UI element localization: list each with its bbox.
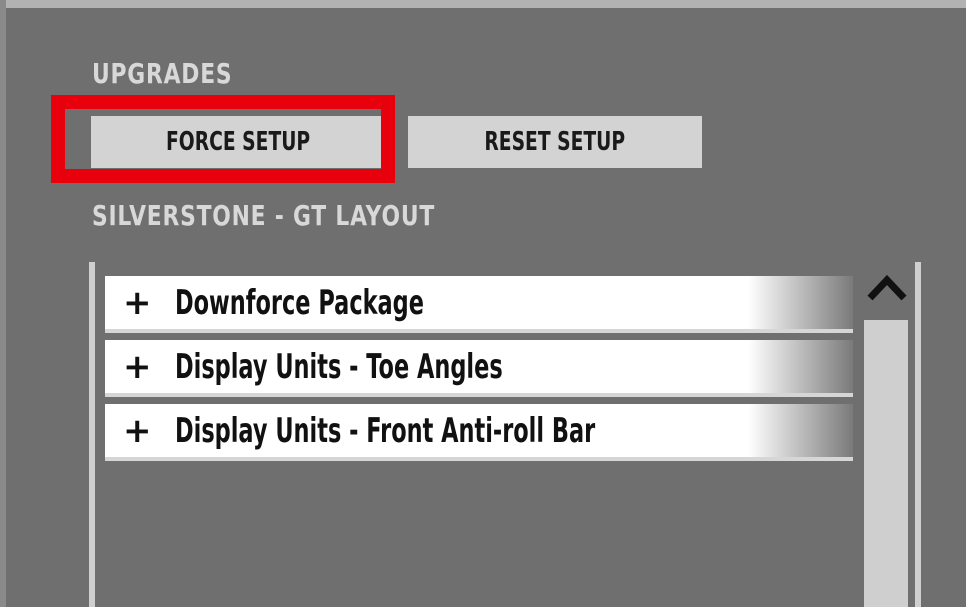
list-item-toe-angles[interactable]: + Display Units - Toe Angles [105, 340, 853, 397]
list-left-border [89, 262, 95, 607]
upgrades-heading: UPGRADES [92, 57, 233, 90]
plus-icon[interactable]: + [123, 286, 152, 320]
reset-setup-label: RESET SETUP [484, 127, 626, 157]
list-right-border [915, 262, 921, 607]
scroll-up-button[interactable] [864, 268, 910, 308]
track-layout-heading: SILVERSTONE - GT LAYOUT [92, 199, 436, 232]
list-item-label: Display Units - Front Anti-roll Bar [175, 410, 596, 451]
list-item-label: Downforce Package [175, 282, 424, 323]
plus-icon[interactable]: + [123, 350, 152, 384]
chevron-up-icon [867, 274, 907, 301]
top-frame-border [0, 0, 966, 8]
list-item-downforce-package[interactable]: + Downforce Package [105, 276, 853, 333]
list-item-front-anti-roll-bar[interactable]: + Display Units - Front Anti-roll Bar [105, 404, 853, 461]
force-setup-button[interactable]: FORCE SETUP [91, 116, 385, 168]
plus-icon[interactable]: + [123, 414, 152, 448]
reset-setup-button[interactable]: RESET SETUP [408, 116, 702, 168]
list-item-label: Display Units - Toe Angles [175, 346, 503, 387]
force-setup-label: FORCE SETUP [165, 127, 311, 157]
scrollbar-track[interactable] [864, 320, 908, 607]
